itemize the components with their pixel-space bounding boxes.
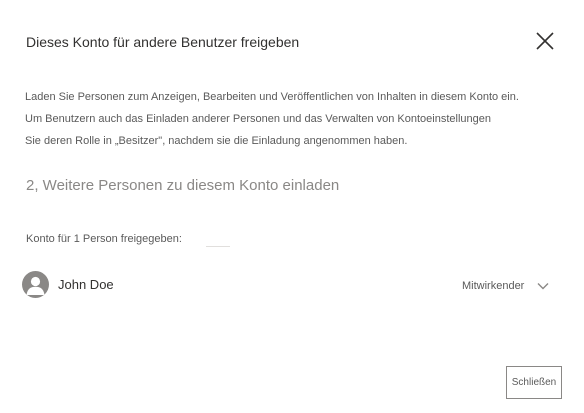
shared-with-label: Konto für 1 Person freigegeben:	[26, 233, 182, 245]
dialog-title: Dieses Konto für andere Benutzer freigeb…	[26, 34, 300, 50]
dialog-description: Laden Sie Personen zum Anzeigen, Bearbei…	[25, 86, 584, 152]
close-dialog-button[interactable]	[534, 30, 556, 52]
person-icon	[26, 276, 45, 295]
invite-people-label[interactable]: 2, Weitere Personen zu diesem Konto einl…	[26, 177, 339, 194]
close-icon	[536, 32, 554, 50]
description-line: Laden Sie Personen zum Anzeigen, Bearbei…	[25, 91, 519, 103]
share-account-dialog: Dieses Konto für andere Benutzer freigeb…	[0, 0, 584, 413]
divider	[206, 246, 230, 247]
person-name: John Doe	[58, 277, 114, 292]
description-line: Sie deren Rolle in „Besitzer", nachdem s…	[25, 135, 408, 147]
description-line: Um Benutzern auch das Einladen anderer P…	[25, 113, 491, 125]
role-label: Mitwirkender	[462, 279, 525, 292]
avatar	[22, 271, 49, 298]
shared-person-row: John Doe Mitwirkender	[22, 271, 562, 299]
role-dropdown[interactable]: Mitwirkender	[462, 277, 549, 295]
close-button[interactable]: Schließen	[506, 366, 562, 399]
chevron-down-icon	[537, 282, 549, 290]
